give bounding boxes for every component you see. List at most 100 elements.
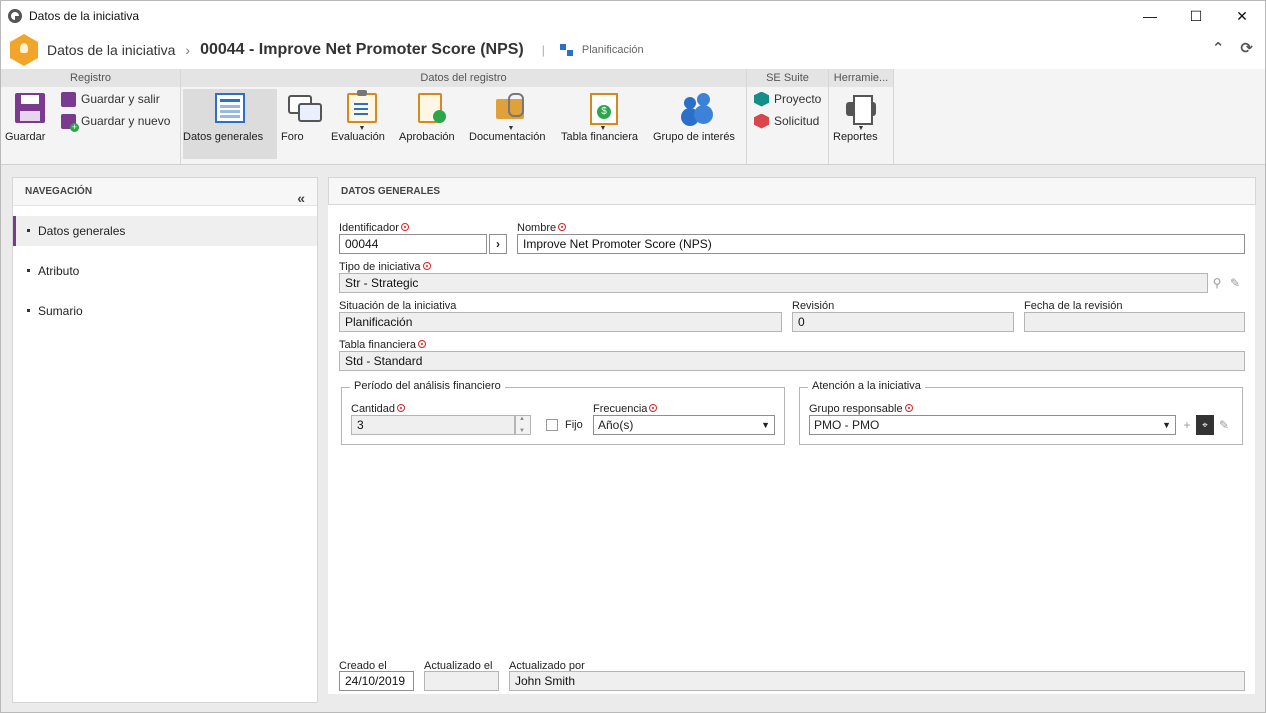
save-and-exit-button[interactable]: Guardar y salir [61,89,160,109]
header-actions: ⌃ ⟳ [1212,39,1253,57]
general-data-icon [215,93,245,123]
revision-date-field [1024,312,1245,332]
financial-table-label: Tabla financiera [339,339,427,351]
initiative-type-label: Tipo de iniciativa [339,261,431,273]
add-icon[interactable]: + [1178,415,1196,435]
interest-group-button[interactable]: Grupo de interés [653,89,741,159]
request-button[interactable]: Solicitud [754,111,819,131]
request-icon [754,113,769,129]
fixed-checkbox[interactable] [546,419,558,431]
general-data-button[interactable]: Datos generales [183,89,277,159]
revision-label: Revisión [792,300,835,312]
nav-item-atributo[interactable]: Atributo [13,256,317,286]
quantity-field[interactable]: 3 [351,415,515,435]
navigation-title-text: NAVEGACIÓN [25,186,93,197]
interest-group-label: Grupo de interés [653,131,735,143]
project-button[interactable]: Proyecto [754,89,821,109]
group-title: SE Suite [747,69,828,87]
nav-item-sumario[interactable]: Sumario [13,296,317,326]
required-icon [422,262,431,270]
situation-label: Situación de la iniciativa [339,300,457,312]
revision-date-label: Fecha de la revisión [1024,300,1123,312]
ribbon-group-herramientas: Herramie... Reportes ▼ [829,69,894,164]
breadcrumb-root[interactable]: Datos de la iniciativa [47,42,175,58]
save-new-icon [61,113,79,132]
application-window: Datos de la iniciativa — ☐ ✕ Datos de la… [0,0,1266,713]
go-to-record-button[interactable]: › [489,234,507,254]
situation-field: Planificación [339,312,782,332]
initiative-icon [10,34,38,66]
financial-table-icon [588,93,618,125]
frequency-label-text: Frecuencia [593,403,648,415]
quantity-label-text: Cantidad [351,403,396,415]
search-icon[interactable]: ⚲ [1208,273,1226,293]
financial-table-label: Tabla financiera [561,131,639,143]
navigation-panel: NAVEGACIÓN « Datos generales Atributo Su… [12,177,318,703]
group-title: Registro [1,69,180,87]
identifier-field[interactable]: 00044 [339,234,487,254]
request-label: Solicitud [774,114,820,128]
required-icon [400,223,409,231]
created-field: 24/10/2019 [339,671,414,691]
quantity-label: Cantidad [351,403,406,415]
required-icon [418,340,427,348]
evaluation-label: Evaluación [331,131,385,143]
reports-label: Reportes [833,131,878,143]
quantity-spinner[interactable] [515,415,531,435]
collapse-header-icon[interactable]: ⌃ [1212,39,1225,57]
frequency-select[interactable]: Año(s) ▼ [593,415,775,435]
refresh-icon[interactable]: ⟳ [1240,39,1253,57]
responsible-group-select[interactable]: PMO - PMO ▼ [809,415,1176,435]
chevron-down-icon: ▼ [1162,420,1171,430]
updated-by-field: John Smith [509,671,1245,691]
general-data-label: Datos generales [183,131,264,143]
interest-group-icon [682,93,712,123]
forum-label: Foro [281,131,304,143]
documentation-button[interactable]: Documentación ▼ [469,89,553,159]
frequency-value: Año(s) [598,418,634,432]
clear-icon[interactable]: ✎ [1215,415,1233,435]
evaluation-button[interactable]: Evaluación ▼ [331,89,393,159]
name-label-text: Nombre [517,222,557,234]
initiative-type-field[interactable]: Str - Strategic [339,273,1208,293]
initiative-attention-group: Atención a la iniciativa Grupo responsab… [799,380,1243,445]
clear-icon[interactable]: ✎ [1226,273,1244,293]
workflow-status-icon [559,42,575,58]
status-label: Planificación [581,44,644,56]
required-icon [397,404,406,412]
maximize-button[interactable]: ☐ [1173,1,1219,31]
chevron-down-icon: ▼ [761,420,770,430]
binoculars-icon[interactable]: ⌖ [1196,415,1214,435]
financial-period-legend: Período del análisis financiero [350,380,505,392]
save-label: Guardar [5,131,46,143]
forum-button[interactable]: Foro [281,89,325,159]
title-bar: Datos de la iniciativa — ☐ ✕ [1,1,1265,31]
close-button[interactable]: ✕ [1219,1,1265,31]
fixed-label: Fijo [565,419,583,431]
ribbon-toolbar: Registro Guardar Guardar y salir Guardar… [1,69,1265,165]
initiative-type-label-text: Tipo de iniciativa [339,261,421,273]
name-field[interactable]: Improve Net Promoter Score (NPS) [517,234,1245,254]
required-icon [558,223,567,231]
documentation-icon [496,93,526,123]
minimize-button[interactable]: — [1127,1,1173,31]
group-title: Herramie... [829,69,893,87]
general-data-title: DATOS GENERALES [328,177,1256,205]
reports-button[interactable]: Reportes ▼ [833,89,889,159]
financial-table-button[interactable]: Tabla financiera ▼ [561,89,645,159]
initiative-attention-legend: Atención a la iniciativa [808,380,925,392]
approval-button[interactable]: Aprobación [399,89,463,159]
save-button[interactable]: Guardar [5,89,55,159]
breadcrumb-separator: › [185,42,191,58]
nav-item-datos-generales[interactable]: Datos generales [13,216,317,246]
save-and-new-button[interactable]: Guardar y nuevo [61,111,170,132]
ribbon-group-se-suite: SE Suite Proyecto Solicitud [747,69,829,164]
record-title: 00044 - Improve Net Promoter Score (NPS) [200,41,524,58]
approval-label: Aprobación [399,131,455,143]
identifier-label: Identificador [339,222,409,234]
required-icon [904,404,913,412]
collapse-panel-icon[interactable]: « [297,184,305,212]
financial-table-field[interactable]: Std - Standard [339,351,1245,371]
save-exit-label: Guardar y salir [81,92,160,106]
group-title: Datos del registro [181,69,746,87]
